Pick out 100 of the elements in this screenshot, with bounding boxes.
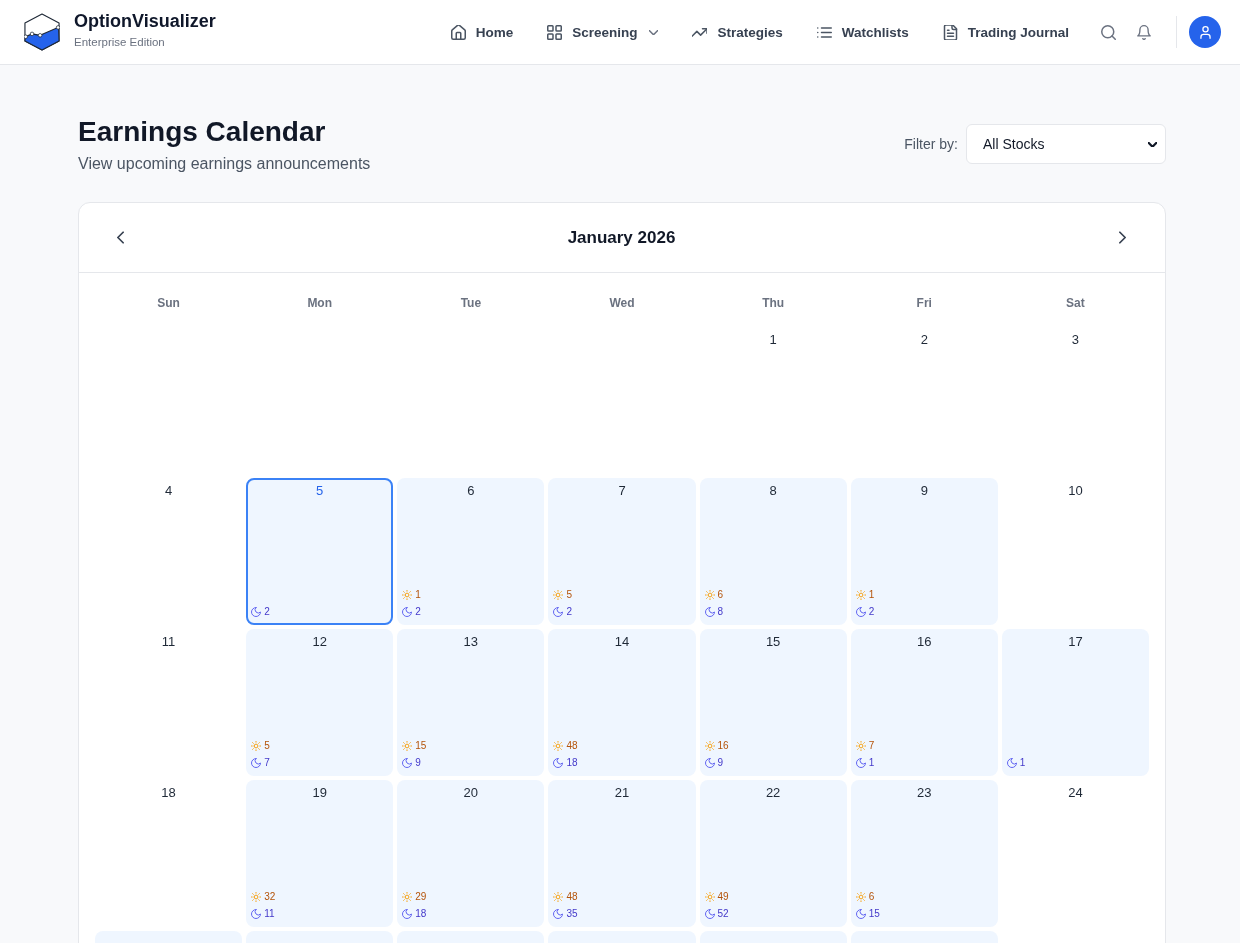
- day-number: 14: [614, 634, 630, 650]
- sun-count: 49: [717, 890, 729, 903]
- moon-icon: [402, 606, 413, 617]
- house-icon: [450, 24, 466, 40]
- sun-icon: [704, 740, 715, 751]
- calendar-day[interactable]: 6 1 2: [397, 478, 545, 625]
- calendar-day[interactable]: 13 15 9: [397, 629, 545, 776]
- calendar-day[interactable]: 14 48 18: [548, 629, 696, 776]
- sun-count: 5: [566, 588, 572, 601]
- moon-icon: [251, 757, 262, 768]
- sun-count: 6: [868, 890, 875, 903]
- caret-icon: [649, 29, 659, 35]
- moon-count: 9: [717, 756, 724, 769]
- moon-icon: [553, 606, 564, 617]
- moon-icon: [855, 908, 866, 919]
- calendar-day[interactable]: 8 6 8: [699, 478, 847, 625]
- day-number: 6: [467, 483, 475, 499]
- sun-icon: [251, 740, 262, 751]
- sun-icon: [553, 891, 564, 902]
- moon-icon: [704, 757, 715, 768]
- sun-count: 15: [415, 739, 427, 752]
- avatar-button[interactable]: [1189, 16, 1221, 48]
- edition-label: Enterprise Edition: [74, 35, 166, 50]
- calendar-day[interactable]: 19 32 11: [246, 780, 394, 927]
- calendar-day[interactable]: 17 1: [1001, 629, 1149, 776]
- weekday-label: Mon: [306, 296, 334, 310]
- calendar-day[interactable]: 20 29 18: [397, 780, 545, 927]
- calendar-day[interactable]: 15 16 9: [699, 629, 847, 776]
- day-number: 4: [164, 483, 173, 499]
- nav-link[interactable]: Screening: [535, 16, 671, 48]
- nav-link[interactable]: Home: [438, 16, 526, 48]
- bell-icon[interactable]: [1137, 24, 1151, 40]
- brand-name: OptionVisualizer: [74, 10, 216, 32]
- calendar-day[interactable]: 22 49 52: [699, 780, 847, 927]
- day-number: 2: [920, 332, 928, 348]
- nav-link[interactable]: Watchlists: [804, 16, 921, 48]
- moon-icon: [855, 757, 866, 768]
- calendar-day[interactable]: 12 5 7: [246, 629, 394, 776]
- search-icon[interactable]: [1101, 24, 1116, 40]
- moon-icon: [704, 908, 715, 919]
- sun-icon: [402, 891, 413, 902]
- moon-count: 2: [566, 605, 572, 618]
- calendar-day[interactable]: 5 2: [246, 478, 394, 625]
- moon-icon: [251, 606, 262, 617]
- calendar-day[interactable]: 9 1 2: [850, 478, 998, 625]
- calendar-day[interactable]: 23 6 15: [850, 780, 998, 927]
- sun-count: 48: [566, 890, 578, 903]
- hexagon-chart-icon[interactable]: [24, 13, 60, 51]
- day-number: 16: [917, 634, 932, 650]
- day-number: 21: [614, 785, 630, 801]
- calendar-day[interactable]: 21 48 35: [548, 780, 696, 927]
- sun-icon: [553, 589, 564, 600]
- weekday-label: Sat: [1065, 296, 1086, 310]
- moon-count: 11: [264, 907, 275, 920]
- nav-link[interactable]: Trading Journal: [930, 16, 1081, 48]
- day-number: 5: [316, 483, 324, 499]
- sun-icon: [553, 740, 564, 751]
- day-number: 24: [1068, 785, 1083, 801]
- page-subtitle: View upcoming earnings announcements: [78, 154, 371, 174]
- sun-count: 7: [868, 739, 875, 752]
- moon-count: 52: [717, 907, 729, 920]
- day-number: 15: [765, 634, 781, 650]
- day-number: 13: [463, 634, 479, 650]
- weekday-label: Tue: [459, 296, 483, 310]
- filter-select[interactable]: All Stocks: [966, 124, 1166, 164]
- moon-count: 1: [868, 756, 875, 769]
- moon-icon: [704, 606, 715, 617]
- sun-icon: [402, 589, 413, 600]
- day-number: 7: [618, 483, 626, 499]
- sun-count: 1: [868, 588, 875, 601]
- chevron-right-icon[interactable]: [1119, 231, 1126, 244]
- day-number: 1: [769, 332, 777, 348]
- day-number: 10: [1068, 483, 1083, 499]
- calendar-day[interactable]: 7 5 2: [548, 478, 696, 625]
- moon-icon: [855, 606, 866, 617]
- moon-icon: [402, 757, 413, 768]
- day-number: 9: [920, 483, 928, 499]
- list-icon: [816, 24, 832, 40]
- day-number: 19: [312, 785, 327, 801]
- day-number: 3: [1071, 332, 1080, 348]
- sun-count: 48: [566, 739, 578, 752]
- sun-icon: [704, 891, 715, 902]
- weekday-label: Fri: [915, 296, 933, 310]
- sun-count: 1: [415, 588, 421, 601]
- weekday-label: Wed: [608, 296, 636, 310]
- sun-count: 29: [415, 890, 427, 903]
- moon-count: 2: [868, 605, 875, 618]
- nav-link[interactable]: Strategies: [680, 16, 795, 48]
- day-number: 11: [161, 634, 176, 650]
- moon-count: 1: [1019, 756, 1026, 769]
- document-icon: [942, 24, 958, 40]
- moon-count: 7: [264, 756, 270, 769]
- moon-icon: [553, 908, 564, 919]
- calendar-day[interactable]: 16 7 1: [850, 629, 998, 776]
- chevron-left-icon[interactable]: [117, 231, 124, 244]
- user-icon: [1199, 25, 1211, 39]
- sun-icon: [251, 891, 262, 902]
- day-number: 12: [312, 634, 327, 650]
- day-number: 17: [1068, 634, 1083, 650]
- day-number: 8: [769, 483, 777, 499]
